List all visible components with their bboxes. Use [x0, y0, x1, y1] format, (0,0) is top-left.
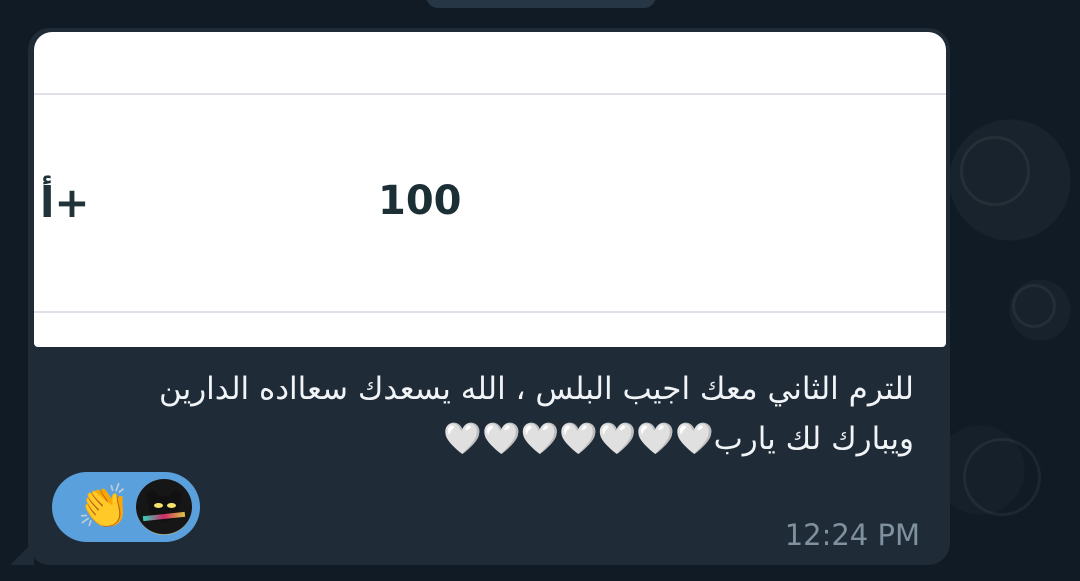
cat-right-eye-icon — [167, 503, 176, 508]
black-cat-avatar[interactable] — [136, 479, 192, 535]
attached-image[interactable]: أ+ 100 — [34, 32, 946, 347]
message-bubble[interactable]: أ+ 100 للترم الثاني معك اجيب البلس ، الل… — [28, 28, 950, 565]
wallpaper-doodle-icon — [1012, 284, 1056, 328]
wallpaper-doodle-icon — [960, 136, 1030, 206]
image-divider-bottom — [34, 311, 946, 313]
clap-icon[interactable]: 👏 — [77, 480, 131, 534]
wallpaper-doodle-icon — [963, 438, 1041, 516]
top-chat-pill — [426, 0, 656, 8]
grade-text: أ+ — [40, 178, 90, 227]
message-text: للترم الثاني معك اجيب البلس ، الله يسعدك… — [158, 371, 914, 457]
cat-left-eye-icon — [154, 503, 163, 508]
image-divider-top — [34, 93, 946, 95]
message-time: 12:24 PM — [784, 518, 920, 552]
score-text: 100 — [378, 178, 462, 224]
reaction-pill[interactable]: 👏 — [52, 472, 200, 542]
